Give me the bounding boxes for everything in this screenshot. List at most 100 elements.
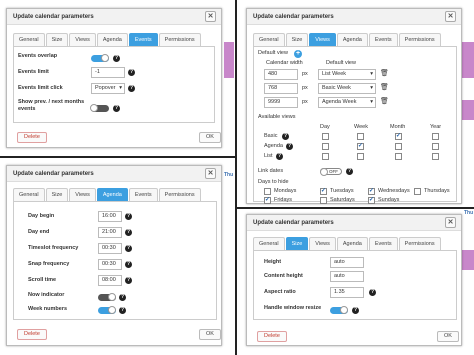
list-day-checkbox[interactable] — [322, 153, 329, 160]
help-icon[interactable]: ? — [113, 105, 120, 112]
dialog-title: Update calendar parameters ✕ — [247, 9, 461, 25]
tab-events[interactable]: Events — [368, 33, 398, 46]
agenda-day-checkbox[interactable] — [322, 143, 329, 150]
mondays-checkbox[interactable] — [264, 188, 271, 195]
wednesdays-checkbox[interactable] — [368, 187, 375, 195]
sundays-checkbox[interactable] — [368, 196, 375, 204]
width-input[interactable]: 768 — [264, 83, 298, 94]
close-icon[interactable]: ✕ — [205, 11, 216, 22]
tab-agenda[interactable]: Agenda — [96, 33, 128, 46]
default-view-header: Default view — [326, 60, 356, 66]
add-icon[interactable]: + — [294, 50, 302, 58]
view-select[interactable]: Agenda Week — [318, 97, 376, 108]
help-icon[interactable]: ? — [125, 277, 132, 284]
help-icon[interactable]: ? — [125, 213, 132, 220]
help-icon[interactable]: ? — [346, 168, 353, 175]
tab-size[interactable]: Size — [285, 237, 309, 250]
delete-button[interactable]: Delete — [257, 331, 287, 342]
tab-bar: General Size Views Agenda Events Permiss… — [13, 33, 202, 46]
close-icon[interactable]: ✕ — [445, 11, 456, 22]
tab-general[interactable]: General — [13, 188, 45, 201]
help-icon[interactable]: ? — [125, 261, 132, 268]
tab-general[interactable]: General — [13, 33, 45, 46]
tab-views[interactable]: Views — [309, 237, 336, 250]
tab-agenda[interactable]: Agenda — [336, 33, 368, 46]
agenda-year-checkbox[interactable] — [432, 143, 439, 150]
width-input[interactable]: 480 — [264, 69, 298, 80]
ok-button[interactable]: OK — [199, 132, 221, 143]
tab-permissions[interactable]: Permissions — [158, 33, 201, 46]
tab-size[interactable]: Size — [45, 33, 69, 46]
width-input[interactable]: 9999 — [264, 97, 298, 108]
agenda-month-checkbox[interactable] — [395, 143, 402, 150]
show-prev-next-toggle[interactable] — [90, 104, 109, 112]
tab-views[interactable]: Views — [309, 33, 336, 46]
list-month-checkbox[interactable] — [395, 153, 402, 160]
help-icon[interactable]: ? — [125, 245, 132, 252]
help-icon[interactable]: ? — [119, 307, 126, 314]
basic-year-checkbox[interactable] — [432, 133, 439, 140]
help-icon[interactable]: ? — [282, 133, 289, 140]
content-height-input[interactable]: auto — [330, 271, 364, 282]
delete-button[interactable]: Delete — [17, 329, 47, 340]
help-icon[interactable]: ? — [276, 153, 283, 160]
link-dates-toggle[interactable]: OFF — [320, 168, 342, 176]
trash-icon[interactable]: 🗑 — [380, 69, 389, 77]
tab-views[interactable]: Views — [69, 188, 96, 201]
thursdays-checkbox[interactable] — [414, 188, 421, 195]
basic-day-checkbox[interactable] — [322, 133, 329, 140]
ok-button[interactable]: OK — [437, 331, 459, 342]
tab-events[interactable]: Events — [128, 188, 158, 201]
help-icon[interactable]: ? — [352, 307, 359, 314]
tab-permissions[interactable]: Permissions — [398, 237, 441, 250]
help-icon[interactable]: ? — [128, 85, 135, 92]
help-icon[interactable]: ? — [119, 294, 126, 301]
calendar-day-label: Thu — [464, 210, 474, 216]
help-icon[interactable]: ? — [128, 69, 135, 76]
day-begin-input[interactable]: 16:00 — [98, 211, 122, 222]
tab-views[interactable]: Views — [69, 33, 96, 46]
view-select[interactable]: List Week — [318, 69, 376, 80]
list-year-checkbox[interactable] — [432, 153, 439, 160]
now-indicator-toggle[interactable] — [98, 293, 116, 301]
events-overlap-toggle[interactable] — [91, 54, 109, 62]
tab-agenda[interactable]: Agenda — [96, 188, 128, 201]
week-numbers-toggle[interactable] — [98, 306, 116, 314]
tuesdays-checkbox[interactable] — [320, 187, 327, 195]
tab-general[interactable]: General — [253, 237, 285, 250]
close-icon[interactable]: ✕ — [205, 168, 216, 179]
delete-button[interactable]: Delete — [17, 132, 47, 143]
help-icon[interactable]: ? — [369, 289, 376, 296]
tab-permissions[interactable]: Permissions — [398, 33, 441, 46]
basic-week-checkbox[interactable] — [357, 133, 364, 140]
events-limit-input[interactable]: -1 — [91, 67, 125, 78]
saturdays-checkbox[interactable] — [320, 197, 327, 204]
tab-permissions[interactable]: Permissions — [158, 188, 201, 201]
help-icon[interactable]: ? — [113, 55, 120, 62]
trash-icon[interactable]: 🗑 — [380, 97, 389, 105]
fridays-checkbox[interactable] — [264, 196, 271, 204]
handle-window-resize-toggle[interactable] — [330, 306, 348, 314]
tab-size[interactable]: Size — [45, 188, 69, 201]
tab-agenda[interactable]: Agenda — [336, 237, 368, 250]
tab-events[interactable]: Events — [128, 33, 158, 46]
aspect-ratio-input[interactable]: 1.35 — [330, 287, 364, 298]
scroll-time-input[interactable]: 08:00 — [98, 275, 122, 286]
help-icon[interactable]: ? — [286, 143, 293, 150]
ok-button[interactable]: OK — [199, 329, 221, 340]
agenda-week-checkbox[interactable] — [357, 142, 364, 150]
timeslot-frequency-input[interactable]: 00:30 — [98, 243, 122, 254]
help-icon[interactable]: ? — [125, 229, 132, 236]
snap-frequency-input[interactable]: 00:30 — [98, 259, 122, 270]
tab-events[interactable]: Events — [368, 237, 398, 250]
height-input[interactable]: auto — [330, 257, 364, 268]
list-week-checkbox[interactable] — [357, 153, 364, 160]
day-end-input[interactable]: 21:00 — [98, 227, 122, 238]
trash-icon[interactable]: 🗑 — [380, 83, 389, 91]
close-icon[interactable]: ✕ — [445, 217, 456, 228]
tab-general[interactable]: General — [253, 33, 285, 46]
basic-month-checkbox[interactable] — [395, 132, 402, 140]
view-select[interactable]: Basic Week — [318, 83, 376, 94]
events-limit-click-select[interactable]: Popover — [91, 83, 125, 94]
tab-size[interactable]: Size — [285, 33, 309, 46]
